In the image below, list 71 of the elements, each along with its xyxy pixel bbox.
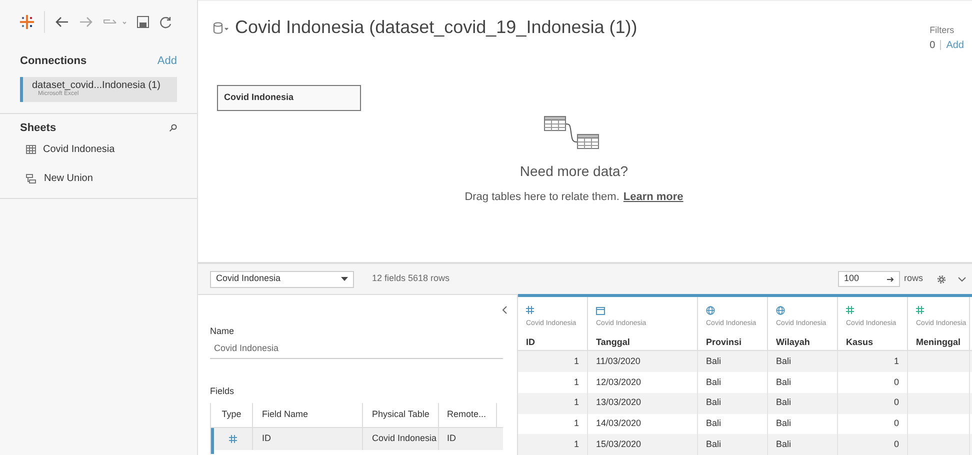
grid-cell-text: 13/03/2020 [596, 396, 642, 410]
column-name: Meninggal [916, 336, 962, 349]
refresh-icon[interactable] [159, 16, 172, 28]
grid-cell-text: 1 [574, 438, 579, 451]
sheet-item[interactable]: New Union [44, 171, 93, 186]
grid-cell-text: 11/03/2020 [596, 354, 640, 368]
sheet-item[interactable]: Covid Indonesia [43, 142, 115, 157]
grid-cell-text: 1 [574, 417, 579, 430]
rows-field[interactable]: 100 [838, 271, 900, 287]
grid-cell-text: Bali [776, 396, 792, 410]
grid-summary: 12 fields 5618 rows [372, 272, 450, 286]
grid-cell-text: 1 [574, 354, 579, 368]
grid-cell-text: 0 [894, 417, 899, 430]
column-header[interactable]: Field Name [253, 402, 363, 426]
connection-name: dataset_covid...Indonesia (1) [32, 80, 162, 91]
fields-label: Fields [210, 385, 236, 398]
search-icon[interactable] [169, 124, 177, 132]
sheets-heading: Sheets [20, 120, 56, 136]
column-header[interactable]: Physical Table [363, 402, 439, 426]
table-cell-text: ID [447, 432, 456, 445]
grid-cell-text: Bali [706, 396, 722, 410]
table-cell-text: ID [262, 432, 271, 445]
grid-cell-text: 0 [894, 376, 899, 389]
save-icon[interactable] [137, 16, 149, 28]
grid-cell-text: 1 [574, 396, 579, 410]
grid-cell-text: Bali [706, 354, 722, 368]
grid-cell-text: 14/03/2020 [596, 417, 642, 430]
grid-cell-text: 1 [574, 376, 579, 389]
rows-label: rows [904, 272, 923, 286]
data-source-icon[interactable] [213, 22, 229, 34]
filters-count: 0 [930, 38, 936, 52]
column-name: Kasus [846, 336, 874, 348]
canvas-table-card[interactable]: Covid Indonesia [217, 84, 361, 110]
back-arrow-icon[interactable] [55, 16, 69, 28]
column-name: ID [526, 336, 536, 348]
column-header[interactable]: Type [211, 402, 253, 426]
dropdown-caret-icon [341, 277, 348, 281]
grid-cell-text: Bali [706, 438, 722, 451]
arrow-icon [886, 276, 894, 282]
grid-cell-text: Bali [706, 376, 722, 389]
grid-cell-text: Bali [776, 376, 792, 389]
learn-more-link[interactable]: Learn more [623, 188, 684, 205]
connections-heading: Connections [20, 54, 87, 69]
app-logo-icon[interactable] [20, 15, 34, 29]
column-header[interactable]: Remote... [439, 402, 497, 426]
grid-cell-text: 1 [894, 354, 899, 368]
grid-cell-text: Bali [776, 354, 792, 368]
grid-cell-text: Bali [776, 417, 792, 430]
grid-cell-text: 15/03/2020 [596, 438, 642, 451]
data-source-title: Covid Indonesia (dataset_covid_19_Indonesia (1)) [235, 16, 638, 39]
empty-state-heading: Need more data? [520, 162, 628, 180]
name-label: Name [210, 325, 236, 338]
grid-cell-text: 12/03/2020 [596, 376, 642, 389]
union-icon [26, 174, 37, 184]
table-icon [26, 145, 36, 154]
table-cell-text: Covid Indonesia [372, 432, 437, 445]
name-field[interactable]: Covid Indonesia [210, 342, 503, 359]
chevron-down-icon[interactable] [958, 276, 966, 282]
column-name: Tanggal [596, 336, 631, 349]
grid-cell-text: Bali [776, 438, 792, 451]
grid-cell-text: 0 [894, 438, 899, 451]
grid-cell-text: Bali [706, 417, 722, 430]
collapse-chevron-icon[interactable] [502, 306, 507, 314]
field-row[interactable]: ID Covid Indonesia ID [211, 428, 503, 450]
filters-label: Filters [930, 24, 954, 37]
empty-state-hint: Drag tables here to relate them. [464, 190, 620, 204]
settings-icon[interactable] [937, 274, 946, 284]
table-select[interactable]: Covid Indonesia [210, 270, 354, 288]
column-name: Wilayah [776, 336, 811, 349]
column-name: Provinsi [706, 336, 743, 348]
grid-cell-text: 0 [894, 396, 899, 410]
